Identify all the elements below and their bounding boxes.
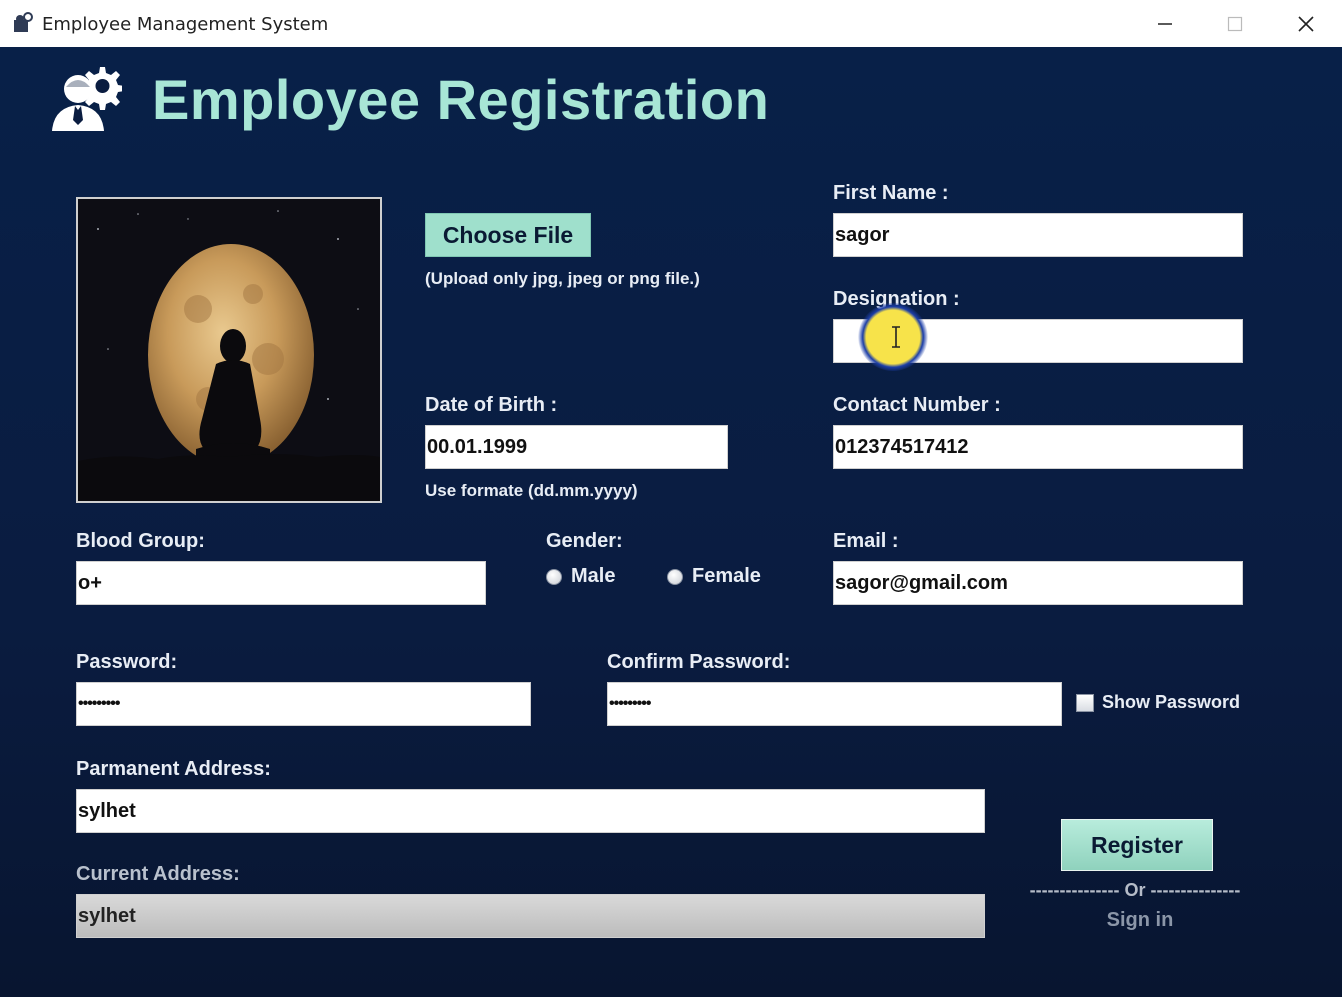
gender-female-label: Female bbox=[692, 565, 761, 587]
minimize-button[interactable] bbox=[1131, 0, 1199, 47]
dob-format-hint: Use formate (dd.mm.yyyy) bbox=[425, 481, 638, 500]
close-button[interactable] bbox=[1272, 0, 1340, 47]
show-password-checkbox[interactable]: Show Password bbox=[1076, 692, 1240, 713]
contact-label: Contact Number : bbox=[833, 394, 1001, 416]
radio-circle-icon bbox=[546, 568, 562, 585]
permanent-address-input[interactable]: sylhet bbox=[76, 789, 985, 833]
text-cursor-icon bbox=[892, 326, 900, 348]
window-titlebar: Employee Management System bbox=[0, 0, 1342, 48]
register-button[interactable]: Register bbox=[1061, 819, 1213, 871]
close-icon bbox=[1298, 15, 1314, 32]
page-title: Employee Registration bbox=[152, 68, 770, 131]
upload-hint: (Upload only jpg, jpeg or png file.) bbox=[425, 269, 700, 288]
window-title: Employee Management System bbox=[42, 14, 329, 35]
profile-photo bbox=[76, 197, 382, 503]
contact-input[interactable]: 012374517412 bbox=[833, 425, 1243, 469]
app-logo-icon bbox=[14, 12, 33, 32]
radio-circle-icon bbox=[667, 568, 683, 585]
email-label: Email : bbox=[833, 530, 899, 552]
maximize-icon bbox=[1227, 16, 1243, 31]
confirm-password-label: Confirm Password: bbox=[607, 651, 791, 673]
moon-silhouette-image bbox=[78, 199, 380, 501]
permanent-address-label: Parmanent Address: bbox=[76, 758, 271, 780]
first-name-label: First Name : bbox=[833, 182, 949, 204]
sign-in-link[interactable]: Sign in bbox=[1024, 909, 1256, 932]
blood-group-input[interactable]: o+ bbox=[76, 561, 486, 605]
or-separator: --------------- Or --------------- bbox=[1029, 880, 1241, 900]
employee-gear-icon bbox=[52, 67, 122, 131]
show-password-label: Show Password bbox=[1102, 692, 1241, 712]
maximize-button[interactable] bbox=[1201, 0, 1269, 47]
choose-file-button[interactable]: Choose File bbox=[425, 213, 591, 257]
gender-label: Gender: bbox=[546, 530, 623, 552]
dob-label: Date of Birth : bbox=[425, 394, 558, 416]
confirm-password-input[interactable]: ••••••••• bbox=[607, 682, 1062, 726]
gender-female-radio[interactable]: Female bbox=[667, 565, 761, 588]
blood-group-label: Blood Group: bbox=[76, 530, 205, 552]
password-label: Password: bbox=[76, 651, 178, 673]
dob-input[interactable]: 00.01.1999 bbox=[425, 425, 728, 469]
minimize-icon bbox=[1158, 22, 1172, 25]
checkbox-square-icon bbox=[1076, 693, 1094, 712]
password-input[interactable]: ••••••••• bbox=[76, 682, 531, 726]
first-name-input[interactable]: sagor bbox=[833, 213, 1243, 257]
current-address-input: sylhet bbox=[76, 894, 985, 938]
gender-male-radio[interactable]: Male bbox=[546, 565, 615, 588]
gender-male-label: Male bbox=[571, 565, 616, 587]
registration-panel: Employee Registration Choose File (Uploa… bbox=[0, 47, 1342, 997]
current-address-label: Current Address: bbox=[76, 863, 240, 885]
email-input[interactable]: sagor@gmail.com bbox=[833, 561, 1243, 605]
